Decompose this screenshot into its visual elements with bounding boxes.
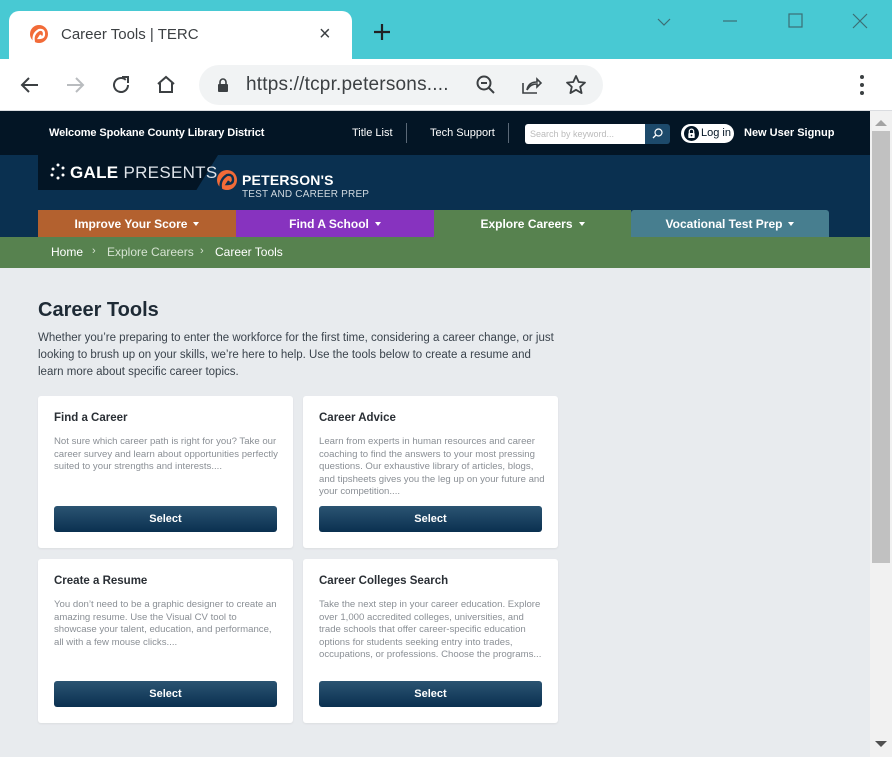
browser-tab[interactable]: Career Tools | TERC × bbox=[9, 11, 352, 59]
nav-vocational-test-prep[interactable]: Vocational Test Prep bbox=[631, 210, 829, 237]
reload-icon[interactable] bbox=[108, 72, 134, 98]
card-create-a-resume: Create a Resume You don’t need to be a g… bbox=[38, 559, 293, 723]
card-find-a-career: Find a Career Not sure which career path… bbox=[38, 396, 293, 548]
card-title: Find a Career bbox=[54, 412, 128, 424]
career-advice-select-button[interactable]: Select bbox=[319, 506, 542, 532]
nav-label: Vocational Test Prep bbox=[665, 216, 783, 231]
search-icon bbox=[652, 128, 663, 139]
page-title: Career Tools bbox=[38, 299, 159, 321]
close-tab-icon[interactable]: × bbox=[319, 23, 331, 46]
card-description: Take the next step in your career educat… bbox=[319, 599, 542, 661]
minimize-icon[interactable] bbox=[716, 8, 744, 36]
card-title: Create a Resume bbox=[54, 575, 148, 587]
card-career-advice: Career Advice Learn from experts in huma… bbox=[303, 396, 558, 548]
nav-explore-careers[interactable]: Explore Careers bbox=[434, 210, 631, 237]
breadcrumb-separator-icon: › bbox=[200, 245, 204, 257]
address-bar[interactable]: https://tcpr.petersons.... bbox=[199, 65, 603, 105]
page-viewport: Welcome Spokane County Library District … bbox=[0, 111, 870, 757]
back-arrow-icon[interactable] bbox=[17, 72, 43, 98]
nav-label: Explore Careers bbox=[480, 216, 573, 231]
card-description: Not sure which career path is right for … bbox=[54, 436, 278, 473]
forward-arrow-icon[interactable] bbox=[62, 72, 88, 98]
card-title: Career Colleges Search bbox=[319, 575, 449, 587]
card-title: Career Advice bbox=[319, 412, 396, 424]
scroll-down-arrow-icon[interactable] bbox=[875, 741, 887, 747]
nav-improve-your-score[interactable]: Improve Your Score bbox=[38, 210, 236, 237]
login-button[interactable]: Log in bbox=[681, 124, 734, 143]
card-description: You don’t need to be a graphic designer … bbox=[54, 599, 277, 648]
new-tab-icon[interactable] bbox=[370, 20, 394, 44]
caret-down-icon bbox=[788, 221, 795, 226]
card-description: Learn from experts in human resources an… bbox=[319, 436, 545, 498]
petersons-favicon-icon bbox=[30, 25, 48, 43]
zoom-out-icon[interactable] bbox=[474, 73, 498, 97]
scroll-up-arrow-icon[interactable] bbox=[875, 120, 887, 126]
gale-wordmark: GALE bbox=[70, 163, 119, 182]
find-a-career-select-button[interactable]: Select bbox=[54, 506, 277, 532]
divider bbox=[508, 123, 509, 143]
breadcrumb-home[interactable]: Home bbox=[51, 245, 83, 259]
utility-bar: Welcome Spokane County Library District … bbox=[0, 111, 870, 155]
scrollbar-thumb[interactable] bbox=[872, 131, 890, 563]
create-a-resume-select-button[interactable]: Select bbox=[54, 681, 277, 707]
gale-presents-logo[interactable]: GALE PRESENTS bbox=[70, 163, 218, 183]
title-list-link[interactable]: Title List bbox=[352, 127, 393, 139]
browser-menu-icon[interactable] bbox=[850, 72, 874, 98]
lock-icon[interactable] bbox=[217, 78, 229, 92]
welcome-message: Welcome Spokane County Library District bbox=[49, 127, 265, 139]
tab-title: Career Tools | TERC bbox=[61, 26, 199, 43]
tech-support-link[interactable]: Tech Support bbox=[430, 127, 495, 139]
maximize-icon[interactable] bbox=[781, 8, 809, 36]
search-button[interactable] bbox=[645, 124, 670, 144]
nav-label: Improve Your Score bbox=[74, 216, 188, 231]
bookmark-star-icon[interactable] bbox=[564, 73, 588, 97]
new-user-signup-link[interactable]: New User Signup bbox=[744, 127, 834, 139]
browser-tab-strip: Career Tools | TERC × bbox=[0, 0, 892, 59]
search-input[interactable] bbox=[525, 124, 645, 144]
browser-toolbar: https://tcpr.petersons.... bbox=[0, 59, 892, 111]
card-career-colleges-search: Career Colleges Search Take the next ste… bbox=[303, 559, 558, 723]
tab-search-chevron-icon[interactable] bbox=[650, 8, 678, 36]
petersons-tagline: TEST AND CAREER PREP bbox=[242, 189, 370, 200]
nav-find-a-school[interactable]: Find A School bbox=[236, 210, 434, 237]
page-intro: Whether you’re preparing to enter the wo… bbox=[38, 332, 554, 378]
url-text[interactable]: https://tcpr.petersons.... bbox=[246, 74, 449, 96]
share-icon[interactable] bbox=[519, 73, 543, 97]
breadcrumb-explore-careers[interactable]: Explore Careers bbox=[107, 245, 194, 259]
presents-wordmark: PRESENTS bbox=[123, 163, 218, 182]
breadcrumb: Home › Explore Careers › Career Tools bbox=[0, 237, 870, 268]
petersons-wordmark[interactable]: PETERSON'S bbox=[242, 172, 334, 188]
main-navigation: Improve Your Score Find A School Explore… bbox=[0, 210, 870, 237]
brand-header: GALE PRESENTS PETERSON'S TEST AND CAREER… bbox=[0, 155, 870, 210]
petersons-logo-icon[interactable] bbox=[215, 169, 239, 193]
gale-logo-icon bbox=[50, 163, 65, 180]
caret-down-icon bbox=[193, 221, 200, 226]
caret-down-icon bbox=[374, 221, 381, 226]
close-window-icon[interactable] bbox=[846, 8, 874, 36]
login-label: Log in bbox=[701, 127, 731, 139]
home-icon[interactable] bbox=[153, 72, 179, 98]
breadcrumb-career-tools: Career Tools bbox=[215, 245, 283, 259]
breadcrumb-separator-icon: › bbox=[92, 245, 96, 257]
vertical-scrollbar[interactable] bbox=[870, 111, 892, 757]
nav-label: Find A School bbox=[289, 216, 369, 231]
padlock-icon bbox=[684, 126, 699, 141]
divider bbox=[406, 123, 407, 143]
keyword-search bbox=[525, 124, 670, 144]
caret-down-icon bbox=[578, 221, 585, 226]
career-colleges-search-select-button[interactable]: Select bbox=[319, 681, 542, 707]
